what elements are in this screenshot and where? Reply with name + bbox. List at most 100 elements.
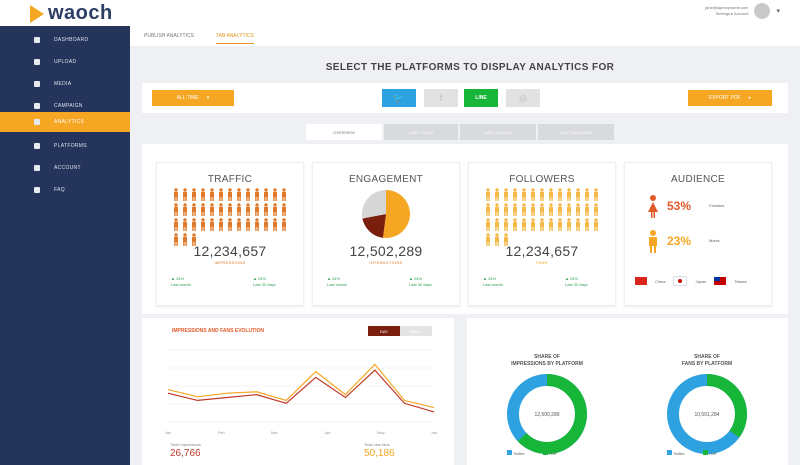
person-icon xyxy=(593,203,599,216)
account-icon xyxy=(34,165,40,171)
person-icon xyxy=(575,188,581,201)
followers-sub: FANS xyxy=(536,260,548,265)
legend-swatch xyxy=(667,450,672,455)
person-icon xyxy=(227,218,233,231)
male-label: Males xyxy=(709,238,720,243)
person-icon xyxy=(530,203,536,216)
share-impressions-legend: Twitter Line xyxy=(507,450,557,456)
export-button[interactable]: EXPORT PDF ▸ xyxy=(688,90,772,106)
sidebar-item-label: DASHBOARD xyxy=(54,37,89,43)
impressions-chart-title: IMPRESSIONS AND FANS EVOLUTION xyxy=(172,328,265,334)
x-tick-label: Feb xyxy=(218,430,226,435)
person-icon xyxy=(281,203,287,216)
line-icon: LINE xyxy=(475,95,487,101)
total-impressions-label: Total impressions xyxy=(170,442,201,447)
dashboard-icon xyxy=(34,37,40,43)
engagement-sub: INTERACTIONS xyxy=(369,260,403,265)
sidebar-item-label: MEDIA xyxy=(54,81,72,87)
chevron-down-icon[interactable]: ▾ xyxy=(776,7,780,15)
sidebar-item-upload[interactable]: UPLOAD xyxy=(0,51,130,73)
share-fans-donut: 10,501,284 xyxy=(667,374,747,454)
platform-line-button[interactable]: LINE xyxy=(464,89,498,107)
tab-publish-analytics[interactable]: PUBLISH ANALYTICS xyxy=(144,33,194,39)
traffic-title: TRAFFIC xyxy=(207,174,253,185)
sidebar-item-faq[interactable]: FAQ xyxy=(0,179,130,201)
person-icon xyxy=(494,218,500,231)
engagement-title: ENGAGEMENT xyxy=(348,174,424,185)
followers-right-stat: ▲ 24% Last 30 days xyxy=(565,276,588,287)
sidebar-item-label: CAMPAIGN xyxy=(54,103,83,109)
person-icon xyxy=(218,218,224,231)
pie-slice xyxy=(362,190,386,219)
engagement-pie xyxy=(362,190,410,238)
person-icon xyxy=(200,218,206,231)
tab-custom-range[interactable]: CUSTOM RANGE xyxy=(538,124,614,140)
person-icon xyxy=(566,218,572,231)
person-icon xyxy=(227,203,233,216)
person-icon xyxy=(182,218,188,231)
person-icon xyxy=(272,203,278,216)
person-icon xyxy=(236,203,242,216)
share-impressions-title: SHARE OF IMPRESSIONS BY PLATFORM xyxy=(511,354,583,367)
male-pct: 23% xyxy=(667,234,692,248)
person-icon xyxy=(254,188,260,201)
app-logo[interactable]: waoch xyxy=(30,2,113,25)
x-tick-label: May xyxy=(377,430,385,435)
person-icon xyxy=(575,203,581,216)
country-flags: China Japan Taiwan xyxy=(635,276,747,286)
x-tick-label: Jan xyxy=(165,430,171,435)
analytics-icon xyxy=(34,119,40,125)
person-icon xyxy=(263,203,269,216)
person-icon xyxy=(593,218,599,231)
sidebar-item-platforms[interactable]: PLATFORMS xyxy=(0,135,130,157)
person-icon xyxy=(512,203,518,216)
faq-icon xyxy=(34,187,40,193)
person-icon xyxy=(191,218,197,231)
taiwan-flag-icon xyxy=(714,277,727,285)
tab-tab-analytics[interactable]: TAB ANALYTICS xyxy=(216,33,254,44)
person-icon xyxy=(200,203,206,216)
toggle-day-button[interactable]: DAY xyxy=(368,326,400,336)
page-title: SELECT THE PLATFORMS TO DISPLAY ANALYTIC… xyxy=(325,62,615,73)
person-icon xyxy=(173,203,179,216)
sidebar-item-account[interactable]: ACCOUNT xyxy=(0,157,130,179)
person-icon xyxy=(245,188,251,201)
sidebar-item-media[interactable]: MEDIA xyxy=(0,73,130,95)
user-menu[interactable]: jane@agencyname.com Settings ▸ Account ▾ xyxy=(705,3,780,19)
japan-flag-icon xyxy=(673,276,688,286)
person-icon xyxy=(494,188,500,201)
facebook-icon: f xyxy=(439,93,443,103)
followers-card: FOLLOWERS 12,234,657 FANS ▲ 24% Last mon… xyxy=(468,162,616,306)
tab-last-7-days[interactable]: LAST 7 DAYS xyxy=(384,124,458,140)
share-impressions-donut: 12,500,289 xyxy=(507,374,587,454)
time-range-button[interactable]: ALL TIME ▾ xyxy=(152,90,234,106)
platform-facebook-button[interactable]: f xyxy=(424,89,458,107)
toggle-week-button[interactable]: WEEK xyxy=(400,326,432,336)
china-flag-icon xyxy=(635,277,647,285)
person-icon xyxy=(521,218,527,231)
legend-swatch xyxy=(542,450,548,455)
sidebar-item-label: UPLOAD xyxy=(54,59,77,65)
person-icon xyxy=(566,188,572,201)
sidebar-item-dashboard[interactable]: DASHBOARD xyxy=(0,29,130,51)
person-icon xyxy=(272,218,278,231)
engagement-value: 12,502,289 xyxy=(349,243,423,259)
traffic-right-stat: ▲ 24% Last 30 days xyxy=(253,276,276,287)
sidebar-item-label: ANALYTICS xyxy=(54,119,85,125)
impressions-line-chart: Jan Feb Mar Apr May Jun xyxy=(165,349,437,435)
platform-twitter-button[interactable]: 🐦 xyxy=(382,89,416,107)
person-icon xyxy=(227,188,233,201)
female-label: Females xyxy=(709,203,725,208)
sidebar-item-analytics[interactable]: ANALYTICS xyxy=(0,112,130,132)
person-icon xyxy=(263,188,269,201)
avatar[interactable] xyxy=(754,3,771,19)
tab-last-30-days[interactable]: LAST 30 DAYS xyxy=(460,124,536,140)
person-icon xyxy=(584,218,590,231)
person-icon xyxy=(245,218,251,231)
tab-overview[interactable]: OVERVIEW xyxy=(306,124,382,140)
person-icon xyxy=(521,203,527,216)
platform-instagram-button[interactable]: ◎ xyxy=(506,89,540,107)
person-icon xyxy=(218,203,224,216)
engagement-left-stat: ▲ 24% Last month xyxy=(327,276,347,287)
person-icon xyxy=(191,188,197,201)
